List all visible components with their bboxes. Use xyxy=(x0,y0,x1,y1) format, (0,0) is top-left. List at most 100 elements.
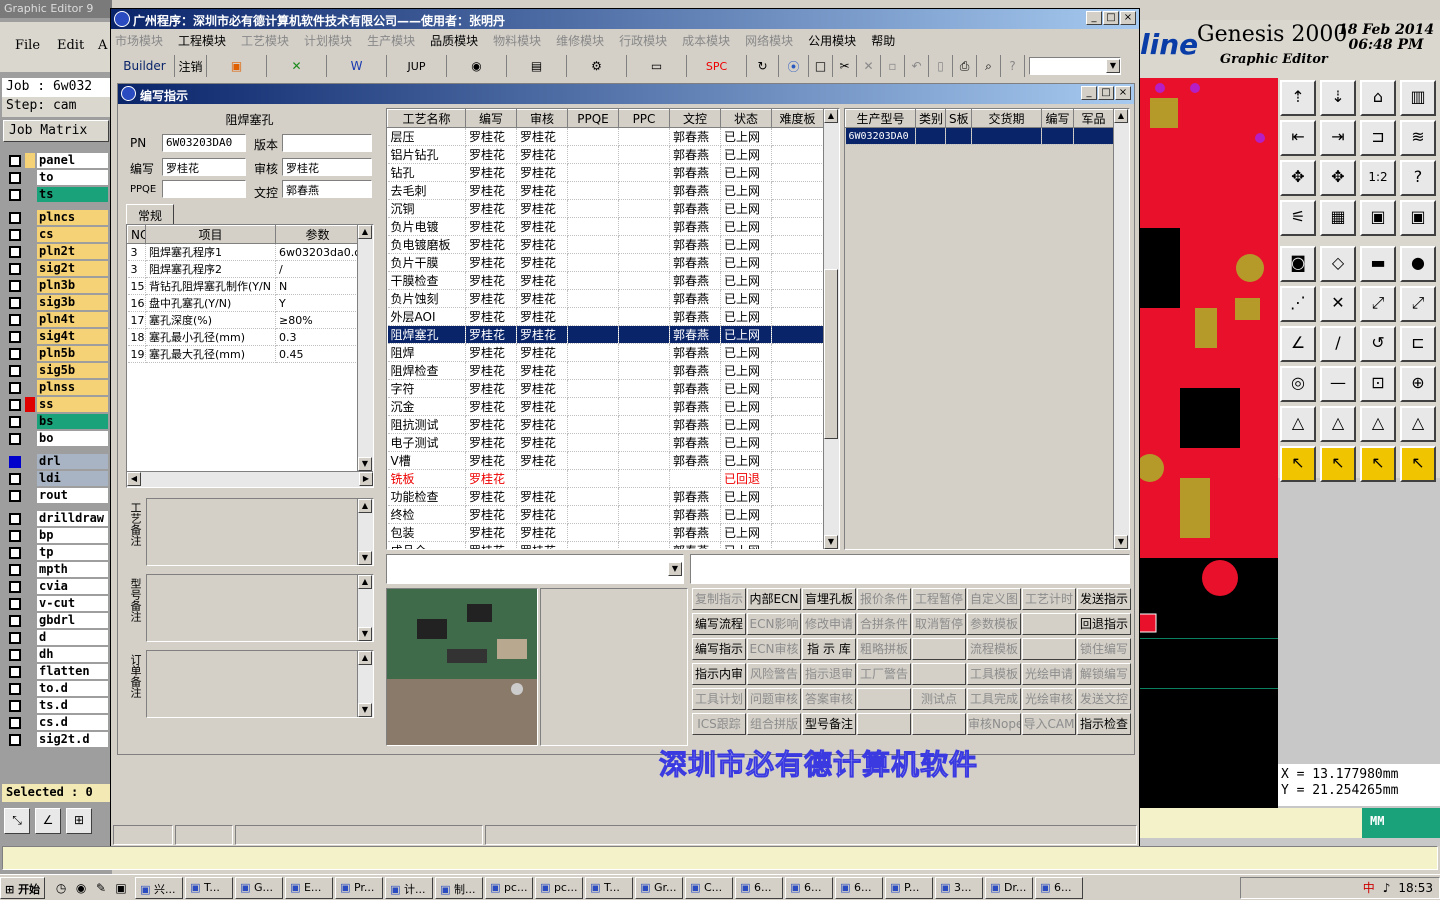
model-header[interactable]: 军品 xyxy=(1073,109,1114,128)
action-button[interactable]: 取消暂停 xyxy=(912,613,966,635)
layer-row[interactable]: cs.d xyxy=(6,714,109,731)
action-button[interactable]: 工程暂停 xyxy=(912,588,966,610)
layer-row[interactable]: drilldraw xyxy=(6,510,109,527)
taskbar-item[interactable]: ▣ P... xyxy=(885,876,934,899)
layer-checkbox[interactable] xyxy=(9,245,21,258)
layer-row[interactable]: tp xyxy=(6,544,109,561)
table-row[interactable]: 16 盘中孔塞孔(Y/N) Y xyxy=(127,294,360,312)
table-row[interactable]: 功能检查 罗桂花 罗桂花 郭春燕 已上网 xyxy=(387,487,824,506)
layer-row[interactable]: drl xyxy=(6,453,109,470)
model-header[interactable]: 编写 xyxy=(1041,109,1074,128)
new-icon[interactable]: □ xyxy=(809,55,833,77)
writer-field[interactable]: 罗桂花 xyxy=(162,158,246,176)
report-icon[interactable]: ▣ xyxy=(207,55,267,77)
action-button[interactable] xyxy=(912,663,966,685)
layer-checkbox[interactable] xyxy=(9,614,21,627)
table-row[interactable]: 终检 罗桂花 罗桂花 郭春燕 已上网 xyxy=(387,505,824,524)
action-button[interactable]: 指示内审 xyxy=(692,663,746,685)
taskbar-item[interactable]: ▣ 兴... xyxy=(135,876,184,899)
tool-icon[interactable]: △ xyxy=(1320,406,1356,442)
layer-checkbox[interactable] xyxy=(9,279,21,292)
model-header[interactable]: 生产型号 xyxy=(845,109,916,128)
taskbar-item[interactable]: ▣ pc... xyxy=(485,876,534,899)
tool-icon[interactable]: ⊏ xyxy=(1400,326,1436,362)
action-button[interactable]: 工具模板 xyxy=(967,663,1021,685)
layer-row[interactable]: d xyxy=(6,629,109,646)
note-textarea[interactable]: ▲ ▼ xyxy=(146,498,374,566)
word-icon[interactable]: W xyxy=(327,55,387,77)
scroll-left-icon[interactable]: ◀ xyxy=(127,472,141,486)
action-button[interactable]: ICS跟踪 xyxy=(692,713,746,735)
tool-icon[interactable]: ↖ xyxy=(1280,446,1316,482)
layer-checkbox[interactable] xyxy=(9,631,21,644)
taskbar-item[interactable]: ▣ pc... xyxy=(535,876,584,899)
action-button[interactable]: 修改申请 xyxy=(802,613,856,635)
layer-row[interactable]: gbdrl xyxy=(6,612,109,629)
tool-icon[interactable]: △ xyxy=(1400,406,1436,442)
table-row[interactable]: 钻孔 罗桂花 罗桂花 郭春燕 已上网 xyxy=(387,163,824,182)
ime-icon[interactable]: 中 xyxy=(1363,879,1375,896)
process-header[interactable]: 审核 xyxy=(516,109,568,128)
scroll-down-icon[interactable]: ▼ xyxy=(824,535,838,549)
tool-icon[interactable]: 1:2 xyxy=(1360,160,1396,196)
layer-row[interactable]: flatten xyxy=(6,663,109,680)
layer-row[interactable]: ldi xyxy=(6,470,109,487)
action-button[interactable]: 型号备注 xyxy=(802,713,856,735)
tool-icon[interactable]: ≋ xyxy=(1400,120,1436,156)
layer-checkbox[interactable] xyxy=(9,716,21,729)
menu-9[interactable]: 成本模块 xyxy=(682,32,730,49)
table-row[interactable]: 15 背钻孔阻焊塞孔制作(Y/N N xyxy=(127,277,360,295)
layer-row[interactable]: ss xyxy=(6,396,109,413)
layer-checkbox[interactable] xyxy=(9,682,21,695)
action-button[interactable] xyxy=(1022,613,1076,635)
table-row[interactable]: 3 阻焊塞孔程序2/ xyxy=(127,260,360,278)
process-header[interactable]: PPQE xyxy=(567,109,619,128)
layer-row[interactable]: pln3b xyxy=(6,277,109,294)
doc-control-field[interactable]: 郭春燕 xyxy=(282,180,372,198)
save-icon[interactable]: ▫ xyxy=(881,55,905,77)
scroll-down-icon[interactable]: ▼ xyxy=(1114,535,1128,549)
genesis-command-line[interactable] xyxy=(2,846,1438,870)
database-icon[interactable]: ▤ xyxy=(507,55,567,77)
tool-icon[interactable]: ⇣ xyxy=(1320,80,1356,116)
table-row[interactable]: 6W03203DA0 xyxy=(845,127,1114,145)
layer-checkbox[interactable] xyxy=(9,415,21,428)
scroll-down-icon[interactable]: ▼ xyxy=(358,551,372,565)
action-button[interactable]: 参数模板 xyxy=(967,613,1021,635)
action-button[interactable]: 回退指示 xyxy=(1077,613,1131,635)
layer-checkbox[interactable] xyxy=(9,347,21,360)
instruction-combo[interactable]: ▼ xyxy=(386,554,684,584)
layer-checkbox[interactable] xyxy=(9,455,21,468)
tool-icon[interactable]: ↖ xyxy=(1360,446,1396,482)
tool-icon[interactable]: ✥ xyxy=(1280,160,1316,196)
scroll-up-icon[interactable]: ▲ xyxy=(824,109,838,123)
layer-checkbox[interactable] xyxy=(9,154,21,167)
chevron-down-icon[interactable]: ▼ xyxy=(1106,59,1120,73)
layer-row[interactable]: v-cut xyxy=(6,595,109,612)
layer-row[interactable]: sig3b xyxy=(6,294,109,311)
action-button[interactable]: 锁住编写 xyxy=(1077,638,1131,660)
layer-checkbox[interactable] xyxy=(9,313,21,326)
tool-icon[interactable]: ● xyxy=(1400,246,1436,282)
process-header[interactable]: PPC xyxy=(618,109,670,128)
layer-row[interactable]: plnss xyxy=(6,379,109,396)
menu-file[interactable]: File xyxy=(15,38,40,53)
layer-checkbox[interactable] xyxy=(9,489,21,502)
action-button[interactable]: 复制指示 xyxy=(692,588,746,610)
table-row[interactable]: 负片蚀刻 罗桂花 罗桂花 郭春燕 已上网 xyxy=(387,289,824,308)
action-button[interactable]: 解锁编写 xyxy=(1077,663,1131,685)
params-vscroll[interactable]: ▲ ▼ xyxy=(357,225,373,471)
process-header[interactable]: 文控 xyxy=(669,109,721,128)
action-button[interactable]: 光绘审核 xyxy=(1022,688,1076,710)
menu-0[interactable]: 市场模块 xyxy=(115,32,163,49)
layer-row[interactable]: cs xyxy=(6,226,109,243)
note-textarea[interactable]: ▲ ▼ xyxy=(146,574,374,642)
help-icon[interactable]: ? xyxy=(1001,55,1025,77)
toolbar-combo[interactable]: ▼ xyxy=(1029,57,1121,75)
table-row[interactable]: 负电镀磨板 罗桂花 罗桂花 郭春燕 已上网 xyxy=(387,235,824,254)
computer-icon[interactable]: ▭ xyxy=(627,55,687,77)
action-button[interactable]: ECN影响 xyxy=(747,613,801,635)
action-button[interactable]: 流程模板 xyxy=(967,638,1021,660)
table-row[interactable]: 阻焊检查 罗桂花 罗桂花 郭春燕 已上网 xyxy=(387,361,824,380)
layer-row[interactable]: sig2t xyxy=(6,260,109,277)
